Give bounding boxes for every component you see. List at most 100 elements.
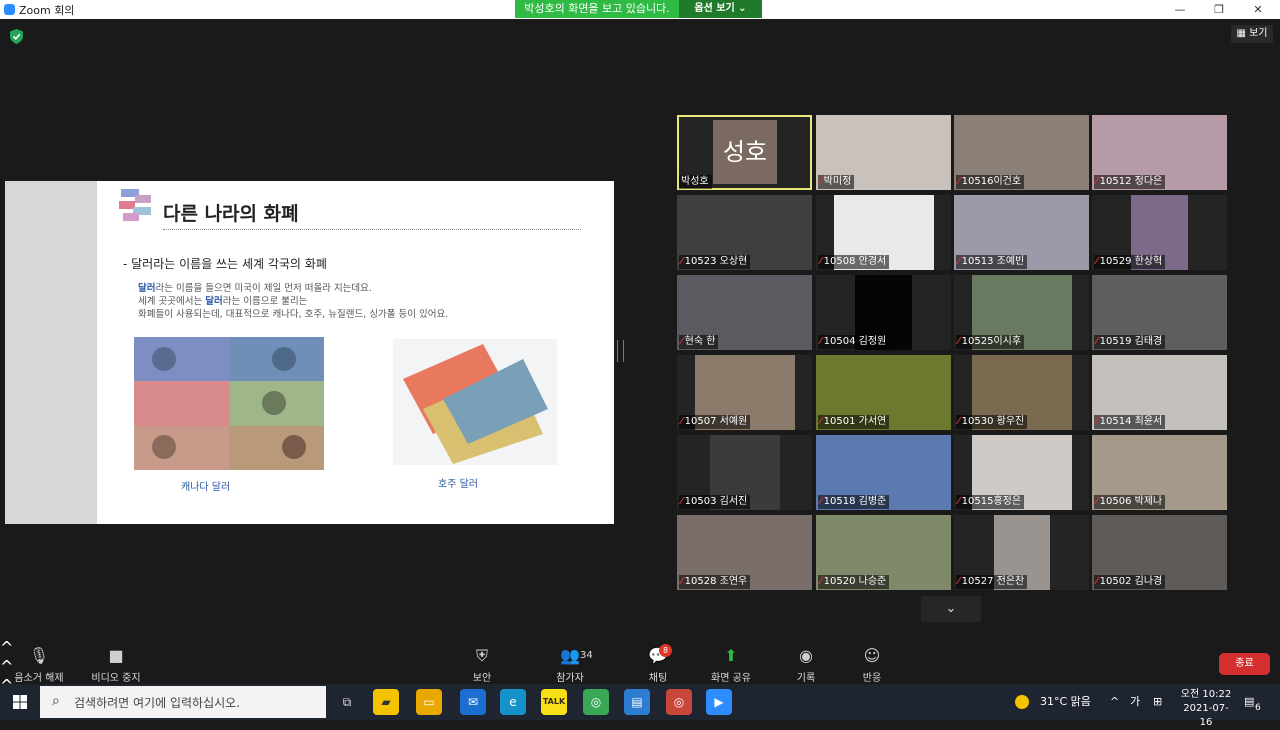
windows-start-icon[interactable]	[13, 695, 27, 709]
unmute-button[interactable]: 🎙 음소거 해제	[8, 638, 70, 684]
muted-mic-icon: ⁄	[681, 496, 683, 507]
participant-name-tag: ⁄ 10506 박제나	[1094, 495, 1166, 509]
participant-tile[interactable]: ⁄ 10518 김병준	[816, 435, 951, 510]
muted-mic-icon: ⁄	[1096, 496, 1098, 507]
participant-name-tag: ⁄ 10515홍정은	[956, 495, 1025, 509]
zoom-taskbar-icon[interactable]: ▶	[706, 689, 732, 715]
restore-button[interactable]: ❐	[1204, 0, 1234, 19]
ime-mode-icon[interactable]: ⊞	[1153, 684, 1162, 720]
participant-tile[interactable]: ⁄ 현숙 한	[677, 275, 812, 350]
participant-name-tag: ⁄ 10516이건호	[956, 175, 1025, 189]
muted-mic-icon: ⁄	[958, 256, 960, 267]
view-layout-button[interactable]: ▦ 보기	[1231, 25, 1273, 43]
record-button[interactable]: ◉ 기록	[786, 638, 826, 684]
view-options-button[interactable]: 옵션 보기 ⌄	[679, 0, 762, 18]
participants-count: 34	[580, 650, 593, 661]
share-screen-button[interactable]: ⬆ 화면 공유	[706, 638, 756, 684]
participant-tile[interactable]: ⁄ 10513 조예빈	[954, 195, 1089, 270]
muted-mic-icon: ⁄	[958, 576, 960, 587]
participant-tile[interactable]: ⁄ 10523 오상현	[677, 195, 812, 270]
participant-tile[interactable]: ⁄ 10527 전은찬	[954, 515, 1089, 590]
weather-text[interactable]: 31°C 맑음	[1040, 684, 1091, 720]
encryption-shield-icon[interactable]	[10, 29, 23, 44]
participant-name: 10501 가서연	[823, 416, 887, 427]
participant-tile[interactable]: ⁄ 10528 조연우	[677, 515, 812, 590]
store-icon[interactable]: ▤	[624, 689, 650, 715]
ime-indicator[interactable]: 가	[1130, 684, 1140, 720]
clock[interactable]: 오전 10:22 2021-07-16	[1180, 688, 1232, 730]
participant-tile[interactable]: ⁄ 10514 최윤서	[1092, 355, 1227, 430]
chat-button[interactable]: 💬 채팅	[638, 638, 678, 684]
participant-name: 10527 전은찬	[961, 576, 1025, 587]
canadian-dollar-image	[134, 337, 324, 470]
sticky-notes-icon[interactable]: ▰	[373, 689, 399, 715]
minimize-button[interactable]: —	[1165, 0, 1195, 19]
body-text: 라는 이름을 들으면 미국이 제일 먼저 떠올라 지는데요.	[155, 283, 372, 294]
close-button[interactable]: ✕	[1243, 0, 1273, 19]
file-explorer-icon[interactable]: ▭	[416, 689, 442, 715]
end-meeting-button[interactable]: 종료	[1219, 653, 1270, 675]
participant-name-tag: ⁄ 10507 서예원	[679, 415, 751, 429]
participant-name-tag: ⁄ 박미정	[818, 175, 855, 189]
body-text: 화폐들이 사용되는데, 대표적으로 캐나다, 호주, 뉴질랜드, 싱가폴 등이 …	[138, 309, 449, 320]
participant-tile[interactable]: ⁄ 10504 김정원	[816, 275, 951, 350]
participant-name-tag: ⁄ 10508 안경서	[818, 255, 890, 269]
participant-name: 10515홍정은	[961, 496, 1022, 507]
split-view-handle[interactable]	[617, 340, 624, 362]
mail-icon[interactable]: ✉	[460, 689, 486, 715]
participant-tile[interactable]: ⁄ 10503 김서진	[677, 435, 812, 510]
muted-mic-icon: ⁄	[820, 496, 822, 507]
participant-tile[interactable]: ⁄ 10529 한상혁	[1092, 195, 1227, 270]
search-placeholder: 검색하려면 여기에 입력하십시오.	[74, 696, 241, 710]
weather-sun-icon[interactable]	[1015, 684, 1029, 720]
participant-tile[interactable]: ⁄ 10508 안경서	[816, 195, 951, 270]
meeting-controls: 🎙 음소거 해제 ^ ■ 비디오 중지 ^ ⛨ 보안 👥 참가자 34 ^ 💬 …	[0, 638, 1280, 714]
participants-button[interactable]: 👥 참가자	[548, 638, 592, 684]
participant-tile[interactable]: ⁄ 박미정	[816, 115, 951, 190]
window-title: Zoom 회의	[19, 4, 75, 17]
participant-name-tag: ⁄ 10502 김나경	[1094, 575, 1166, 589]
task-view-icon[interactable]: ⧉	[334, 689, 360, 715]
muted-mic-icon: ⁄	[1096, 416, 1098, 427]
shield-icon: ⛨	[475, 646, 488, 665]
participant-tile[interactable]: ⁄ 10507 서예원	[677, 355, 812, 430]
taskbar-search-box[interactable]: ⌕ 검색하려면 여기에 입력하십시오.	[40, 686, 326, 718]
kakaotalk-icon[interactable]: TALK	[541, 689, 567, 715]
body-text: 세계 곳곳에서는	[138, 296, 206, 307]
participant-tile[interactable]: ⁄ 10506 박제나	[1092, 435, 1227, 510]
muted-mic-icon: ⁄	[958, 336, 960, 347]
smiley-plus-icon: ☺	[863, 646, 881, 665]
share-screen-label: 화면 공유	[711, 673, 751, 684]
participant-name-tag: ⁄ 10513 조예빈	[956, 255, 1028, 269]
participant-tile[interactable]: ⁄ 10502 김나경	[1092, 515, 1227, 590]
participant-tile[interactable]: ⁄ 10512 정다은	[1092, 115, 1227, 190]
stop-video-button[interactable]: ■ 비디오 중지	[86, 638, 146, 684]
participant-tile[interactable]: 성호 박성호	[677, 115, 812, 190]
participant-name: 10513 조예빈	[961, 256, 1025, 267]
record-label: 기록	[796, 673, 816, 684]
notification-count: 6	[1255, 703, 1261, 713]
participant-tile[interactable]: ⁄ 10516이건호	[954, 115, 1089, 190]
clock-time: 오전 10:22	[1180, 689, 1232, 700]
muted-mic-icon: ⁄	[958, 496, 960, 507]
participant-name: 10507 서예원	[684, 416, 748, 427]
body-highlight: 달러	[205, 296, 223, 307]
security-button[interactable]: ⛨ 보안	[462, 638, 502, 684]
participant-tile[interactable]: ⁄ 10501 가서연	[816, 355, 951, 430]
participant-tile[interactable]: ⁄ 10520 나승준	[816, 515, 951, 590]
chrome-profile-icon[interactable]: ◎	[666, 689, 692, 715]
muted-mic-icon: ⁄	[1096, 576, 1098, 587]
muted-mic-icon: ⁄	[1096, 256, 1098, 267]
next-page-button[interactable]: ⌄	[921, 596, 981, 622]
participant-tile[interactable]: ⁄ 10530 황우진	[954, 355, 1089, 430]
chrome-icon[interactable]: ◎	[583, 689, 609, 715]
muted-mic-icon: ⁄	[681, 336, 683, 347]
participant-tile[interactable]: ⁄ 10519 김태경	[1092, 275, 1227, 350]
tray-expand-icon[interactable]: ^	[1110, 684, 1119, 720]
participant-tile[interactable]: ⁄ 10515홍정은	[954, 435, 1089, 510]
unmute-label: 음소거 해제	[14, 673, 64, 684]
edge-browser-icon[interactable]: e	[500, 689, 526, 715]
notification-center-icon[interactable]: ▤	[1244, 684, 1254, 720]
participant-tile[interactable]: ⁄ 10525이시후	[954, 275, 1089, 350]
reactions-button[interactable]: ☺ 반응	[852, 638, 892, 684]
